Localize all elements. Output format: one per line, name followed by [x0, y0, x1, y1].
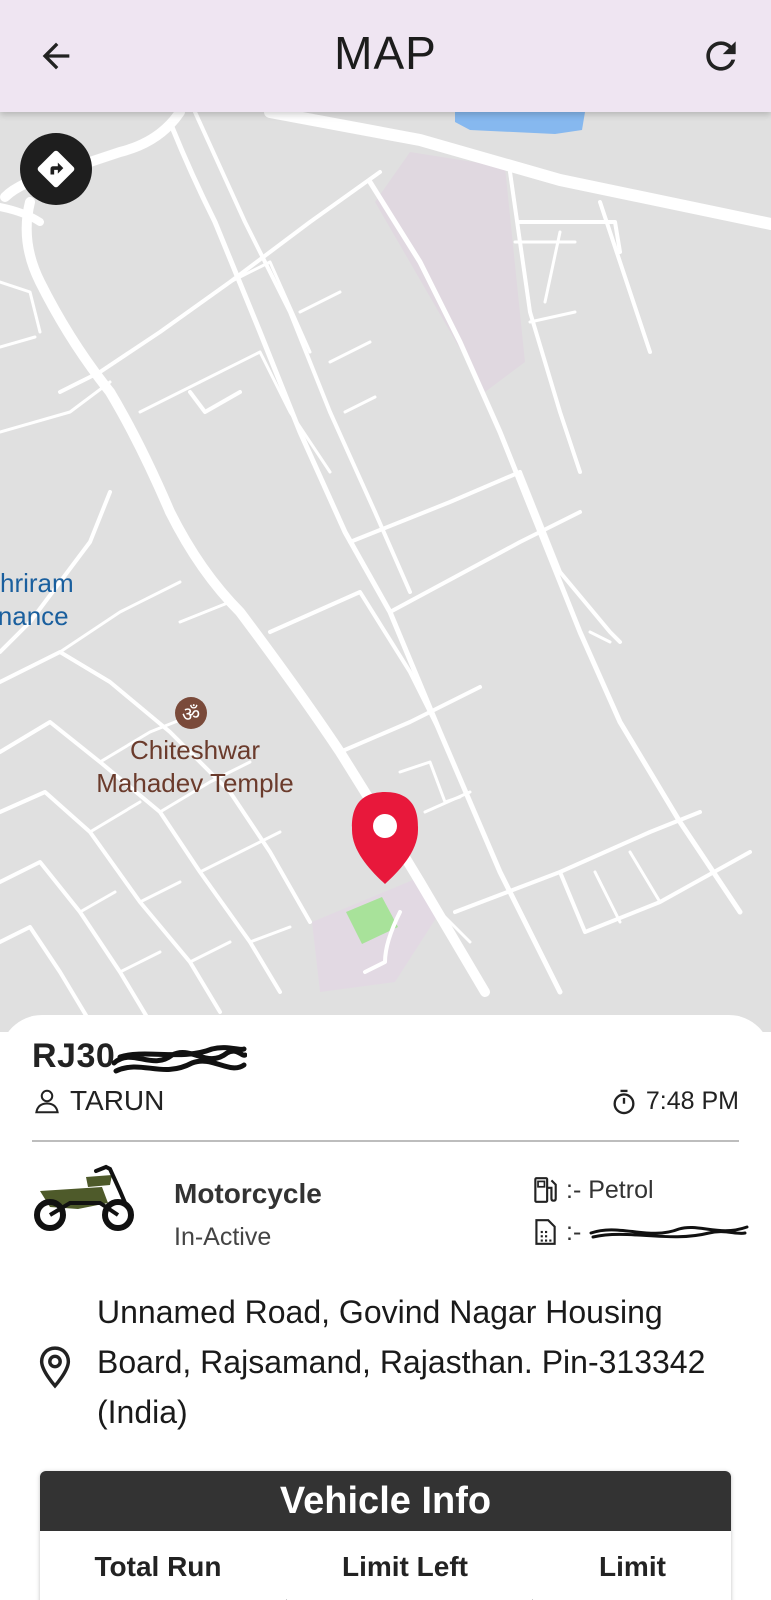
svg-text:ॐ: ॐ	[182, 702, 200, 726]
column-limit: Limit	[599, 1551, 666, 1582]
poi-label-line2: Mahadev Temple	[96, 768, 294, 798]
location-outline-icon	[39, 1346, 71, 1389]
redaction-scribble	[112, 1045, 247, 1074]
vehicle-info-title: Vehicle Info	[40, 1471, 731, 1531]
vehicle-info-columns: Total Run Limit Left Limit	[40, 1551, 731, 1583]
fuel-pump-icon	[534, 1177, 557, 1203]
sim-card-icon	[535, 1219, 556, 1245]
vehicle-card: RJ30 TARUN 7:48 PM Motorcycle In-Active …	[0, 1015, 771, 1600]
timer-icon	[613, 1089, 635, 1114]
redaction-scribble	[589, 1225, 749, 1239]
app-bar: MAP	[0, 0, 771, 112]
sim-text: :-	[566, 1217, 582, 1246]
sim-number-row: :-	[532, 1217, 749, 1247]
column-limit-left: Limit Left	[342, 1551, 468, 1582]
owner-name: TARUN	[70, 1085, 165, 1116]
poi-label-line1: hriram	[0, 568, 74, 598]
poi-label-line2: inance	[0, 601, 69, 631]
map-view[interactable]: ॐ hriram inance Chiteshwar Mahadev Templ…	[0, 112, 771, 1032]
column-total-run: Total Run	[94, 1551, 222, 1582]
vehicle-info-panel: Vehicle Info Total Run Limit Left Limit	[40, 1471, 731, 1600]
refresh-button[interactable]	[695, 30, 747, 82]
directions-button[interactable]	[20, 133, 92, 205]
poi-shriram-finance[interactable]: hriram inance	[0, 567, 74, 633]
page-title: MAP	[334, 27, 437, 79]
last-update-time: 7:48 PM	[610, 1087, 739, 1116]
fuel-text: :- Petrol	[566, 1175, 654, 1204]
om-temple-icon: ॐ	[175, 697, 207, 729]
map-roads: ॐ	[0, 112, 771, 1024]
directions-icon	[37, 150, 75, 188]
vehicle-address: Unnamed Road, Govind Nagar Housing Board…	[97, 1294, 706, 1430]
owner-row: TARUN	[32, 1085, 164, 1117]
person-icon	[35, 1089, 59, 1114]
poi-label-line1: Chiteshwar	[129, 735, 261, 765]
divider	[32, 1140, 739, 1142]
refresh-icon	[706, 41, 736, 71]
vehicle-type: Motorcycle	[174, 1178, 322, 1209]
vehicle-plate: RJ30	[32, 1037, 116, 1075]
motorcycle-icon	[34, 1164, 134, 1231]
poi-chiteshwar-temple[interactable]: Chiteshwar Mahadev Temple	[80, 734, 310, 800]
app-screen: MAP ॐ hriram nance Chiteshwar Mahadev Te…	[0, 0, 771, 1600]
vehicle-status: In-Active	[174, 1223, 272, 1251]
fuel-type-row: :- Petrol	[532, 1175, 654, 1205]
time-text: 7:48 PM	[645, 1087, 739, 1115]
